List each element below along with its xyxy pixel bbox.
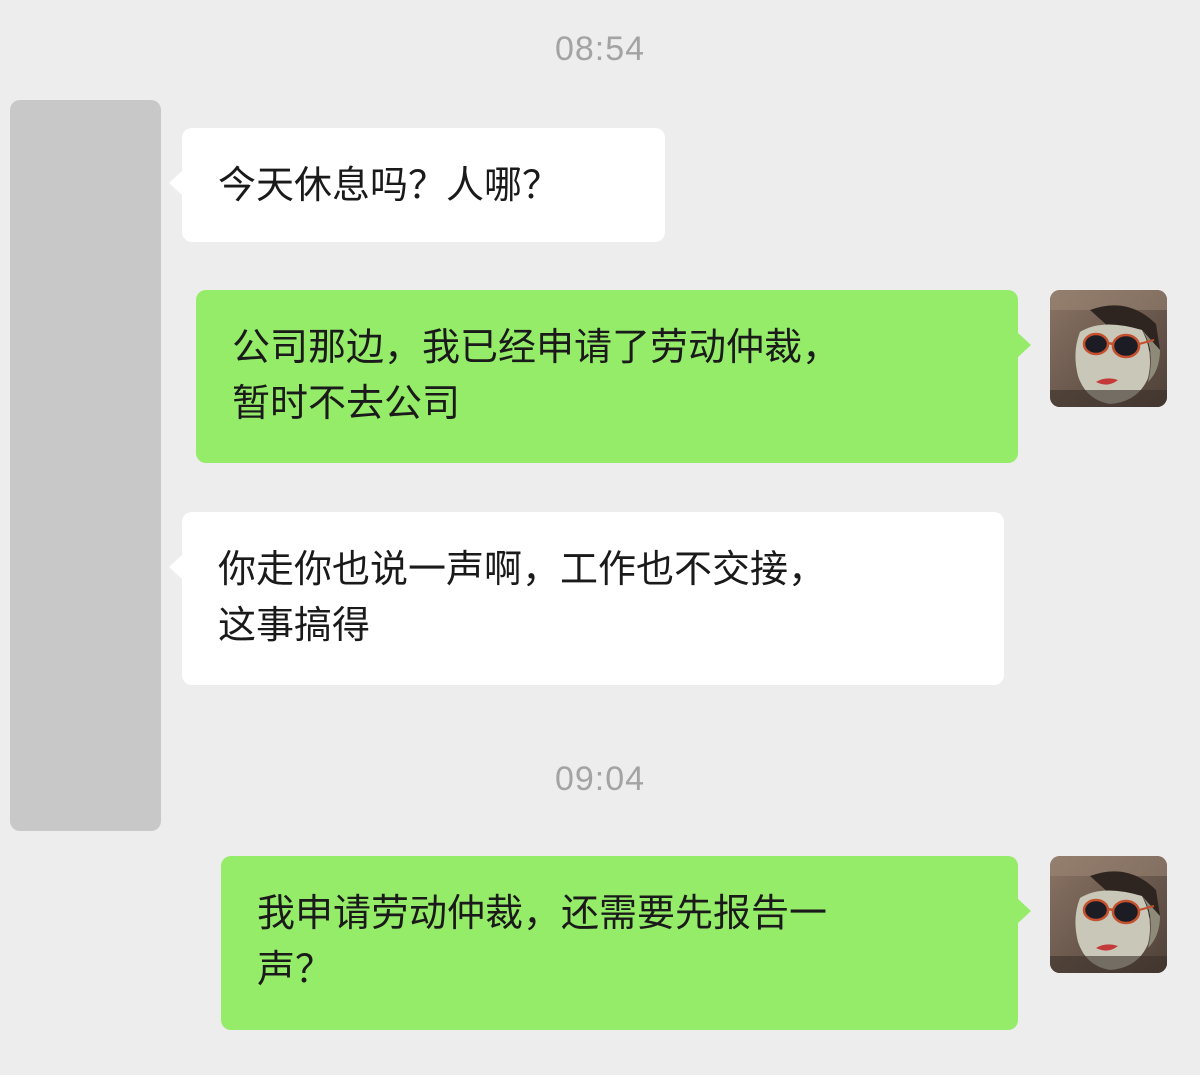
incoming-message[interactable]: 你走你也说一声啊，工作也不交接， 这事搞得	[169, 512, 1004, 685]
timestamp: 09:04	[554, 760, 646, 798]
incoming-message[interactable]: 今天休息吗？人哪？	[169, 128, 665, 242]
user-avatar-icon[interactable]	[1050, 290, 1167, 407]
user-avatar-sunglasses-icon	[1050, 856, 1167, 973]
timestamp: 08:54	[554, 30, 646, 68]
user-avatar-sunglasses-icon	[1050, 290, 1167, 407]
outgoing-message[interactable]: 我申请劳动仲裁，还需要先报告一 声？	[221, 856, 1031, 1030]
contact-avatar-redacted[interactable]	[10, 100, 161, 831]
user-avatar-icon[interactable]	[1050, 856, 1167, 973]
outgoing-message[interactable]: 公司那边，我已经申请了劳动仲裁， 暂时不去公司	[196, 290, 1031, 463]
